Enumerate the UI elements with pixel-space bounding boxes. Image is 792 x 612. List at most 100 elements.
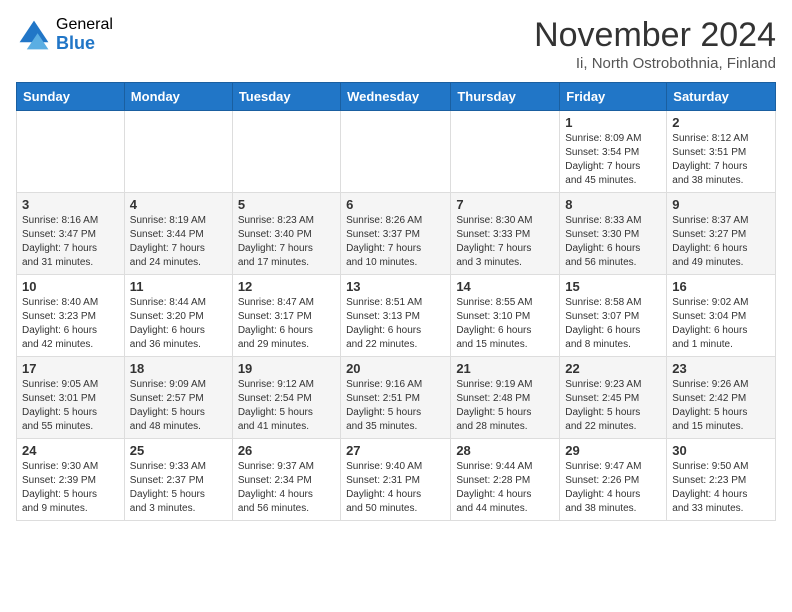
day-number: 1 bbox=[565, 115, 661, 130]
day-number: 24 bbox=[22, 443, 119, 458]
day-cell: 10 Sunrise: 8:40 AM Sunset: 3:23 PM Dayli… bbox=[17, 275, 125, 357]
day-info: Sunrise: 9:30 AM Sunset: 2:39 PM Dayligh… bbox=[22, 460, 119, 516]
day-info: Sunrise: 8:12 AM Sunset: 3:51 PM Dayligh… bbox=[672, 132, 770, 188]
day-cell bbox=[341, 111, 451, 193]
day-info: Sunrise: 9:16 AM Sunset: 2:51 PM Dayligh… bbox=[346, 378, 445, 434]
col-saturday: Saturday bbox=[667, 83, 776, 111]
col-wednesday: Wednesday bbox=[341, 83, 451, 111]
day-info: Sunrise: 8:37 AM Sunset: 3:27 PM Dayligh… bbox=[672, 214, 770, 270]
week-row-3: 10 Sunrise: 8:40 AM Sunset: 3:23 PM Dayli… bbox=[17, 275, 776, 357]
title-section: November 2024 Ii, North Ostrobothnia, Fi… bbox=[534, 16, 776, 72]
day-number: 26 bbox=[238, 443, 335, 458]
day-number: 12 bbox=[238, 279, 335, 294]
day-info: Sunrise: 9:09 AM Sunset: 2:57 PM Dayligh… bbox=[130, 378, 227, 434]
day-number: 23 bbox=[672, 361, 770, 376]
week-row-4: 17 Sunrise: 9:05 AM Sunset: 3:01 PM Dayli… bbox=[17, 357, 776, 439]
day-info: Sunrise: 8:09 AM Sunset: 3:54 PM Dayligh… bbox=[565, 132, 661, 188]
logo[interactable]: General Blue bbox=[16, 16, 113, 53]
day-number: 15 bbox=[565, 279, 661, 294]
day-info: Sunrise: 8:58 AM Sunset: 3:07 PM Dayligh… bbox=[565, 296, 661, 352]
day-cell: 9 Sunrise: 8:37 AM Sunset: 3:27 PM Daylig… bbox=[667, 193, 776, 275]
day-number: 11 bbox=[130, 279, 227, 294]
day-cell: 17 Sunrise: 9:05 AM Sunset: 3:01 PM Dayli… bbox=[17, 357, 125, 439]
day-number: 25 bbox=[130, 443, 227, 458]
day-cell: 25 Sunrise: 9:33 AM Sunset: 2:37 PM Dayli… bbox=[124, 439, 232, 521]
day-cell: 7 Sunrise: 8:30 AM Sunset: 3:33 PM Daylig… bbox=[451, 193, 560, 275]
day-cell: 29Sunrise: 9:47 AM Sunset: 2:26 PM Dayli… bbox=[560, 439, 667, 521]
day-cell: 6 Sunrise: 8:26 AM Sunset: 3:37 PM Daylig… bbox=[341, 193, 451, 275]
day-info: Sunrise: 9:05 AM Sunset: 3:01 PM Dayligh… bbox=[22, 378, 119, 434]
day-info: Sunrise: 9:33 AM Sunset: 2:37 PM Dayligh… bbox=[130, 460, 227, 516]
day-cell: 18 Sunrise: 9:09 AM Sunset: 2:57 PM Dayli… bbox=[124, 357, 232, 439]
day-number: 16 bbox=[672, 279, 770, 294]
page-header: General Blue November 2024 Ii, North Ost… bbox=[16, 16, 776, 72]
day-number: 27 bbox=[346, 443, 445, 458]
day-number: 6 bbox=[346, 197, 445, 212]
day-cell: 30 Sunrise: 9:50 AM Sunset: 2:23 PM Dayli… bbox=[667, 439, 776, 521]
day-number: 7 bbox=[456, 197, 554, 212]
logo-blue: Blue bbox=[56, 34, 113, 54]
day-cell: 26 Sunrise: 9:37 AM Sunset: 2:34 PM Dayli… bbox=[232, 439, 340, 521]
day-cell: 13Sunrise: 8:51 AM Sunset: 3:13 PM Dayli… bbox=[341, 275, 451, 357]
day-cell: 2 Sunrise: 8:12 AM Sunset: 3:51 PM Daylig… bbox=[667, 111, 776, 193]
day-cell: 16 Sunrise: 9:02 AM Sunset: 3:04 PM Dayli… bbox=[667, 275, 776, 357]
day-number: 2 bbox=[672, 115, 770, 130]
day-info: Sunrise: 8:19 AM Sunset: 3:44 PM Dayligh… bbox=[130, 214, 227, 270]
day-cell: 5Sunrise: 8:23 AM Sunset: 3:40 PM Daylig… bbox=[232, 193, 340, 275]
day-cell: 21Sunrise: 9:19 AM Sunset: 2:48 PM Dayli… bbox=[451, 357, 560, 439]
day-cell: 27 Sunrise: 9:40 AM Sunset: 2:31 PM Dayli… bbox=[341, 439, 451, 521]
day-cell bbox=[451, 111, 560, 193]
day-cell bbox=[232, 111, 340, 193]
day-info: Sunrise: 8:40 AM Sunset: 3:23 PM Dayligh… bbox=[22, 296, 119, 352]
day-info: Sunrise: 8:23 AM Sunset: 3:40 PM Dayligh… bbox=[238, 214, 335, 270]
day-number: 20 bbox=[346, 361, 445, 376]
week-row-5: 24 Sunrise: 9:30 AM Sunset: 2:39 PM Dayli… bbox=[17, 439, 776, 521]
day-cell bbox=[124, 111, 232, 193]
day-number: 10 bbox=[22, 279, 119, 294]
logo-general: General bbox=[56, 16, 113, 34]
day-info: Sunrise: 9:40 AM Sunset: 2:31 PM Dayligh… bbox=[346, 460, 445, 516]
day-number: 17 bbox=[22, 361, 119, 376]
day-info: Sunrise: 9:12 AM Sunset: 2:54 PM Dayligh… bbox=[238, 378, 335, 434]
day-cell: 22Sunrise: 9:23 AM Sunset: 2:45 PM Dayli… bbox=[560, 357, 667, 439]
day-number: 28 bbox=[456, 443, 554, 458]
day-cell: 20 Sunrise: 9:16 AM Sunset: 2:51 PM Dayli… bbox=[341, 357, 451, 439]
day-info: Sunrise: 8:44 AM Sunset: 3:20 PM Dayligh… bbox=[130, 296, 227, 352]
col-monday: Monday bbox=[124, 83, 232, 111]
day-cell: 15 Sunrise: 8:58 AM Sunset: 3:07 PM Dayli… bbox=[560, 275, 667, 357]
day-info: Sunrise: 9:37 AM Sunset: 2:34 PM Dayligh… bbox=[238, 460, 335, 516]
logo-text: General Blue bbox=[56, 16, 113, 53]
day-number: 13 bbox=[346, 279, 445, 294]
day-number: 9 bbox=[672, 197, 770, 212]
day-info: Sunrise: 9:26 AM Sunset: 2:42 PM Dayligh… bbox=[672, 378, 770, 434]
week-row-2: 3Sunrise: 8:16 AM Sunset: 3:47 PM Daylig… bbox=[17, 193, 776, 275]
day-info: Sunrise: 8:16 AM Sunset: 3:47 PM Dayligh… bbox=[22, 214, 119, 270]
day-number: 22 bbox=[565, 361, 661, 376]
day-info: Sunrise: 9:50 AM Sunset: 2:23 PM Dayligh… bbox=[672, 460, 770, 516]
day-info: Sunrise: 9:02 AM Sunset: 3:04 PM Dayligh… bbox=[672, 296, 770, 352]
day-number: 4 bbox=[130, 197, 227, 212]
day-info: Sunrise: 8:26 AM Sunset: 3:37 PM Dayligh… bbox=[346, 214, 445, 270]
day-cell: 12 Sunrise: 8:47 AM Sunset: 3:17 PM Dayli… bbox=[232, 275, 340, 357]
day-number: 30 bbox=[672, 443, 770, 458]
day-cell: 4 Sunrise: 8:19 AM Sunset: 3:44 PM Daylig… bbox=[124, 193, 232, 275]
col-tuesday: Tuesday bbox=[232, 83, 340, 111]
day-info: Sunrise: 9:44 AM Sunset: 2:28 PM Dayligh… bbox=[456, 460, 554, 516]
day-cell: 23 Sunrise: 9:26 AM Sunset: 2:42 PM Dayli… bbox=[667, 357, 776, 439]
day-cell bbox=[17, 111, 125, 193]
day-info: Sunrise: 8:55 AM Sunset: 3:10 PM Dayligh… bbox=[456, 296, 554, 352]
day-info: Sunrise: 9:47 AM Sunset: 2:26 PM Dayligh… bbox=[565, 460, 661, 516]
day-cell: 8Sunrise: 8:33 AM Sunset: 3:30 PM Daylig… bbox=[560, 193, 667, 275]
day-cell: 1 Sunrise: 8:09 AM Sunset: 3:54 PM Daylig… bbox=[560, 111, 667, 193]
day-cell: 24 Sunrise: 9:30 AM Sunset: 2:39 PM Dayli… bbox=[17, 439, 125, 521]
day-cell: 28 Sunrise: 9:44 AM Sunset: 2:28 PM Dayli… bbox=[451, 439, 560, 521]
day-info: Sunrise: 8:47 AM Sunset: 3:17 PM Dayligh… bbox=[238, 296, 335, 352]
day-info: Sunrise: 9:19 AM Sunset: 2:48 PM Dayligh… bbox=[456, 378, 554, 434]
day-number: 18 bbox=[130, 361, 227, 376]
col-thursday: Thursday bbox=[451, 83, 560, 111]
week-row-1: 1 Sunrise: 8:09 AM Sunset: 3:54 PM Daylig… bbox=[17, 111, 776, 193]
day-number: 14 bbox=[456, 279, 554, 294]
day-info: Sunrise: 8:30 AM Sunset: 3:33 PM Dayligh… bbox=[456, 214, 554, 270]
day-number: 19 bbox=[238, 361, 335, 376]
day-cell: 11 Sunrise: 8:44 AM Sunset: 3:20 PM Dayli… bbox=[124, 275, 232, 357]
